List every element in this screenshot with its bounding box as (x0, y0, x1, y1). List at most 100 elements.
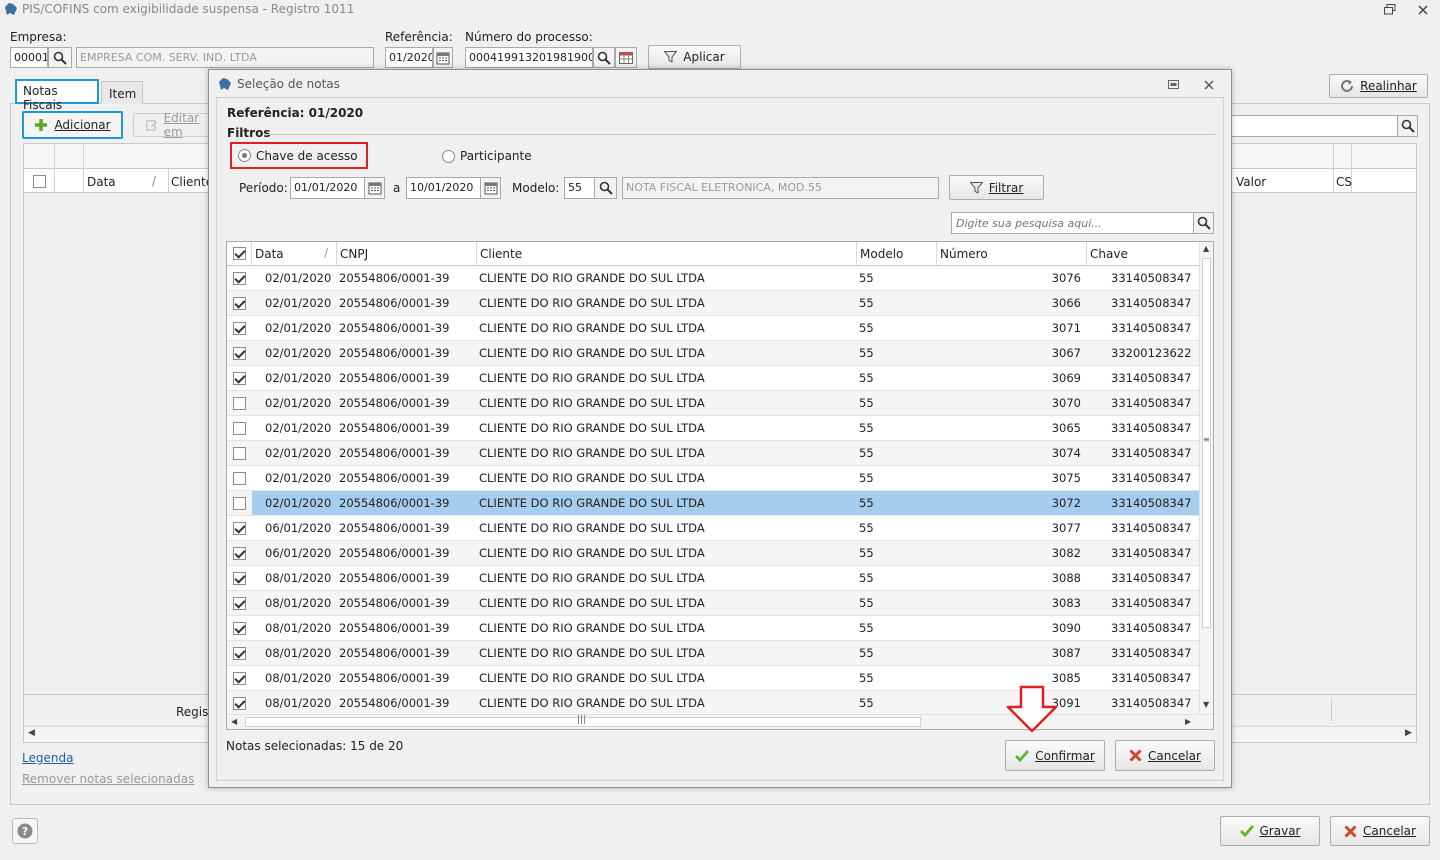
table-row[interactable]: 02/01/2020 20554806/0001-39 CLIENTE DO RIO… (227, 491, 1199, 516)
cell-cnpj: 20554806/0001-39 (339, 546, 450, 560)
radio-chave-acesso[interactable]: Chave de acesso (230, 142, 368, 169)
cell-chave: 33140508347 (1111, 496, 1192, 510)
processo-input[interactable]: 00041991320198190061 (465, 47, 593, 68)
close-window-icon[interactable] (1418, 5, 1428, 15)
bg-col-data[interactable]: Data (87, 175, 116, 189)
table-row[interactable]: 06/01/2020 20554806/0001-39 CLIENTE DO RIO… (227, 541, 1199, 566)
row-checkbox[interactable] (233, 396, 246, 410)
row-checkbox[interactable] (233, 621, 246, 635)
table-row[interactable]: 02/01/2020 20554806/0001-39 CLIENTE DO RIO… (227, 416, 1199, 441)
vertical-scrollbar[interactable]: ▲ ≡ ▼ (1199, 242, 1213, 714)
adicionar-button[interactable]: Adicionar (22, 111, 123, 139)
col-data[interactable]: Data / (252, 242, 337, 265)
periodo-to-input[interactable]: 10/01/2020 (406, 177, 481, 199)
table-row[interactable]: 08/01/2020 20554806/0001-39 CLIENTE DO RIO… (227, 616, 1199, 641)
table-row[interactable]: 02/01/2020 20554806/0001-39 CLIENTE DO RIO… (227, 316, 1199, 341)
table-row[interactable]: 08/01/2020 20554806/0001-39 CLIENTE DO RIO… (227, 591, 1199, 616)
bg-search-input[interactable] (1230, 115, 1398, 137)
col-numero[interactable]: Número (937, 242, 1087, 265)
bg-col-cs[interactable]: CS (1336, 175, 1352, 189)
bg-scroll-right-icon[interactable]: ▶ (1405, 728, 1412, 738)
tab-notas-fiscais[interactable]: Notas Fiscais (15, 79, 99, 112)
adicionar-label: Adicionar (54, 118, 111, 132)
row-checkbox[interactable] (233, 671, 246, 685)
row-checkbox[interactable] (233, 696, 246, 710)
referencia-input[interactable]: 01/2020 (385, 47, 433, 68)
table-row[interactable]: 08/01/2020 20554806/0001-39 CLIENTE DO RIO… (227, 641, 1199, 666)
realinhar-button[interactable]: Realinhar (1329, 74, 1428, 98)
col-chave[interactable]: Chave (1087, 242, 1199, 265)
scroll-up-icon[interactable]: ▲ (1203, 244, 1209, 253)
table-row[interactable]: 02/01/2020 20554806/0001-39 CLIENTE DO RIO… (227, 391, 1199, 416)
tab-item[interactable]: Item (101, 81, 143, 104)
modelo-search-button[interactable] (594, 177, 617, 199)
table-row[interactable]: 08/01/2020 20554806/0001-39 CLIENTE DO RIO… (227, 566, 1199, 591)
col-modelo[interactable]: Modelo (857, 242, 937, 265)
row-checkbox[interactable] (233, 446, 246, 460)
legenda-link[interactable]: Legenda (22, 751, 73, 765)
bg-scroll-left-icon[interactable]: ◀ (28, 728, 35, 738)
horizontal-scrollbar[interactable]: ◀ ||| ▶ (227, 714, 1213, 729)
processo-search-button[interactable] (593, 47, 615, 68)
row-checkbox[interactable] (233, 271, 246, 285)
scroll-left-icon[interactable]: ◀ (231, 717, 237, 726)
restore-icon[interactable] (1168, 80, 1179, 89)
col-cliente[interactable]: Cliente (477, 242, 857, 265)
row-checkbox[interactable] (233, 321, 246, 335)
table-row[interactable]: 02/01/2020 20554806/0001-39 CLIENTE DO RIO… (227, 366, 1199, 391)
bg-select-all-checkbox[interactable] (33, 175, 46, 188)
empresa-search-button[interactable] (48, 47, 72, 68)
table-row[interactable]: 06/01/2020 20554806/0001-39 CLIENTE DO RIO… (227, 516, 1199, 541)
row-checkbox[interactable] (233, 346, 246, 360)
row-checkbox[interactable] (233, 296, 246, 310)
cell-cliente: CLIENTE DO RIO GRANDE DO SUL LTDA (479, 646, 705, 660)
cell-data: 08/01/2020 (265, 596, 332, 610)
scroll-down-icon[interactable]: ▼ (1203, 700, 1209, 709)
bg-col-valor[interactable]: Valor (1236, 175, 1266, 189)
dialog-search-button[interactable] (1193, 212, 1214, 234)
select-all-cell[interactable] (227, 242, 252, 265)
realinhar-label: Realinhar (1360, 79, 1417, 93)
periodo-from-calendar[interactable] (364, 177, 385, 199)
col-cnpj[interactable]: CNPJ (337, 242, 477, 265)
select-all-checkbox[interactable] (233, 247, 246, 260)
row-checkbox[interactable] (233, 496, 246, 510)
bg-col-cliente[interactable]: Cliente (171, 175, 213, 189)
cell-numero: 3066 (1051, 296, 1081, 310)
row-checkbox[interactable] (233, 646, 246, 660)
table-row[interactable]: 02/01/2020 20554806/0001-39 CLIENTE DO RIO… (227, 266, 1199, 291)
restore-icon[interactable] (1384, 4, 1396, 15)
periodo-from-input[interactable]: 01/01/2020 (290, 177, 365, 199)
modelo-input[interactable]: 55 (564, 177, 595, 199)
dialog-search-input[interactable] (951, 212, 1194, 234)
row-checkbox[interactable] (233, 571, 246, 585)
close-dialog-icon[interactable] (1204, 80, 1214, 90)
row-checkbox[interactable] (233, 546, 246, 560)
table-row[interactable]: 02/01/2020 20554806/0001-39 CLIENTE DO RIO… (227, 341, 1199, 366)
radio-participante[interactable]: Participante (442, 149, 532, 163)
row-checkbox[interactable] (233, 521, 246, 535)
empresa-code-input[interactable]: 00001 (10, 47, 48, 68)
gravar-button[interactable]: Gravar (1220, 816, 1320, 846)
bg-search-button[interactable] (1397, 115, 1418, 137)
cancelar-main-button[interactable]: Cancelar (1330, 816, 1430, 846)
referencia-calendar-button[interactable] (433, 47, 453, 68)
row-checkbox[interactable] (233, 596, 246, 610)
remover-link[interactable]: Remover notas selecionadas (22, 772, 194, 786)
cancelar-dialog-button[interactable]: Cancelar (1115, 740, 1215, 771)
search-icon (1401, 119, 1415, 133)
scroll-right-icon[interactable]: ▶ (1185, 717, 1191, 726)
table-row[interactable]: 02/01/2020 20554806/0001-39 CLIENTE DO RIO… (227, 441, 1199, 466)
table-row[interactable]: 02/01/2020 20554806/0001-39 CLIENTE DO RIO… (227, 291, 1199, 316)
processo-table-button[interactable] (615, 47, 637, 68)
row-checkbox[interactable] (233, 471, 246, 485)
aplicar-button[interactable]: Aplicar (648, 45, 741, 69)
row-checkbox[interactable] (233, 421, 246, 435)
filtrar-button[interactable]: Filtrar (949, 175, 1044, 200)
periodo-to-calendar[interactable] (480, 177, 501, 199)
table-row[interactable]: 02/01/2020 20554806/0001-39 CLIENTE DO RIO… (227, 466, 1199, 491)
help-button[interactable]: ? (12, 818, 38, 844)
row-checkbox[interactable] (233, 371, 246, 385)
confirmar-button[interactable]: Confirmar (1005, 740, 1105, 771)
editar-button[interactable]: Editar em (133, 111, 213, 139)
